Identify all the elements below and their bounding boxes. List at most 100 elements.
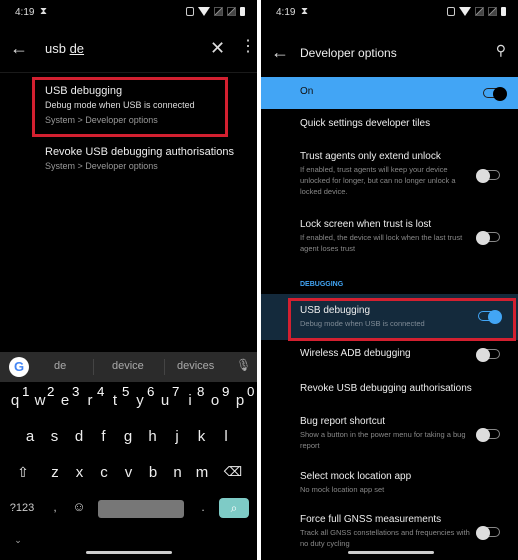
key-row-2: asdfghjkl [0, 428, 257, 458]
vibrate-icon [186, 7, 194, 16]
microphone-icon[interactable]: 🎙 [236, 358, 251, 372]
status-bar: 4:19 ⧗ [0, 0, 257, 24]
key-z[interactable]: z [44, 464, 66, 481]
suggestion[interactable]: de [54, 360, 66, 372]
toggle-knob [493, 87, 507, 101]
suggestion-divider [164, 359, 165, 375]
pref-description: If enabled, the device will lock when th… [300, 233, 463, 253]
status-bar: 4:19 ⧗ [261, 0, 518, 24]
force-gnss-toggle[interactable] [476, 526, 500, 540]
key-m[interactable]: m [191, 464, 213, 481]
key-d[interactable]: d [68, 428, 90, 445]
pref-usb-debugging[interactable]: USB debugging Debug mode when USB is con… [300, 305, 475, 329]
pref-title: Select mock location app [300, 471, 412, 482]
key-g[interactable]: g [117, 428, 139, 445]
pref-wireless-adb[interactable]: Wireless ADB debugging [300, 348, 475, 359]
search-icon[interactable]: ⚲ [496, 42, 506, 59]
spacebar[interactable] [98, 500, 184, 518]
pref-quick-settings-tiles[interactable]: Quick settings developer tiles [300, 118, 475, 129]
developer-options-master-switch[interactable]: On [261, 77, 518, 109]
signal-icon [227, 7, 236, 16]
pref-force-gnss[interactable]: Force full GNSS measurements Track all G… [300, 514, 475, 549]
back-arrow-icon[interactable]: ← [10, 38, 28, 59]
suggestion[interactable]: device [112, 360, 144, 372]
nav-gesture-handle[interactable] [348, 551, 434, 554]
emoji-key[interactable]: ☺ [68, 499, 90, 514]
key-f[interactable]: f [93, 428, 115, 445]
usb-debugging-toggle[interactable] [478, 310, 502, 324]
page-title: Developer options [300, 46, 397, 60]
key-h[interactable]: h [142, 428, 164, 445]
pref-title: Wireless ADB debugging [300, 348, 411, 359]
result-subtitle: Debug mode when USB is connected [45, 100, 195, 110]
pref-description: If enabled, trust agents will keep your … [300, 165, 456, 196]
search-result-revoke[interactable]: Revoke USB debugging authorisations Syst… [45, 146, 234, 171]
key-b[interactable]: b [142, 464, 164, 481]
pref-lock-screen-trust-lost[interactable]: Lock screen when trust is lost If enable… [300, 219, 475, 254]
developer-options-screen: 4:19 ⧗ ← Developer options ⚲ On Quick se… [261, 0, 518, 560]
toggle-knob [488, 310, 502, 324]
key-row-3: ⇧ ⌫ zxcvbnm [0, 464, 257, 494]
master-toggle[interactable] [483, 87, 507, 101]
symbols-key[interactable]: ?123 [6, 502, 38, 514]
signal-icon [475, 7, 484, 16]
status-time: 4:19 [276, 7, 296, 18]
key-j[interactable]: j [166, 428, 188, 445]
suggestion-divider [93, 359, 94, 375]
pref-description: Show a button in the power menu for taki… [300, 430, 466, 450]
pref-title: USB debugging [300, 305, 371, 316]
toggle-knob [476, 169, 490, 183]
key-k[interactable]: k [191, 428, 213, 445]
pref-description: No mock location app set [300, 485, 385, 494]
lock-screen-toggle[interactable] [476, 231, 500, 245]
key-x[interactable]: x [69, 464, 91, 481]
back-arrow-icon[interactable]: ← [271, 42, 289, 63]
nav-gesture-handle[interactable] [86, 551, 172, 554]
key-row-1: q1w2e3r4t5y6u7i8o9p0 [0, 384, 257, 422]
comma-key[interactable]: , [44, 500, 66, 514]
pref-title: Bug report shortcut [300, 416, 386, 427]
key-v[interactable]: v [118, 464, 140, 481]
clear-icon[interactable]: ✕ [210, 38, 225, 59]
search-input[interactable]: usb de [45, 41, 84, 56]
toggle-knob [476, 428, 490, 442]
backspace-key[interactable]: ⌫ [222, 464, 244, 480]
more-options-icon[interactable]: ⋮ [240, 39, 256, 55]
period-key[interactable]: . [192, 500, 214, 514]
pref-title: Force full GNSS measurements [300, 514, 442, 525]
search-query: usb [45, 41, 70, 56]
bug-report-toggle[interactable] [476, 428, 500, 442]
battery-icon [240, 7, 245, 16]
wireless-adb-toggle[interactable] [476, 348, 500, 362]
search-key[interactable]: ⌕ [219, 498, 249, 518]
search-bar: ← usb de ✕ ⋮ [0, 30, 257, 70]
pref-title: Trust agents only extend unlock [300, 151, 441, 162]
pref-description: Track all GNSS constellations and freque… [300, 528, 470, 548]
key-a[interactable]: a [19, 428, 41, 445]
key-hint: 0 [247, 384, 255, 399]
pref-bug-report-shortcut[interactable]: Bug report shortcut Show a button in the… [300, 416, 475, 451]
vibrate-icon [447, 7, 455, 16]
wifi-icon [459, 7, 471, 16]
pref-mock-location-app[interactable]: Select mock location app No mock locatio… [300, 471, 475, 495]
key-n[interactable]: n [167, 464, 189, 481]
suggestion[interactable]: devices [177, 360, 214, 372]
signal-icon [214, 7, 223, 16]
trust-agents-toggle[interactable] [476, 169, 500, 183]
battery-icon [501, 7, 506, 16]
key-s[interactable]: s [44, 428, 66, 445]
shift-key[interactable]: ⇧ [12, 464, 34, 481]
key-c[interactable]: c [93, 464, 115, 481]
signal-icon [488, 7, 497, 16]
pref-trust-agents-extend-unlock[interactable]: Trust agents only extend unlock If enabl… [300, 151, 475, 197]
pref-revoke-usb-auth[interactable]: Revoke USB debugging authorisations [300, 383, 475, 394]
hide-keyboard-chevron-icon[interactable]: ⌄ [7, 535, 29, 546]
search-result-usb-debugging[interactable]: USB debugging Debug mode when USB is con… [45, 85, 195, 125]
google-icon[interactable]: G [9, 357, 29, 377]
pref-title: Quick settings developer tiles [300, 118, 431, 129]
pref-title: Revoke USB debugging authorisations [300, 383, 472, 394]
divider [0, 72, 257, 73]
hourglass-icon: ⧗ [40, 6, 48, 17]
key-l[interactable]: l [215, 428, 237, 445]
result-path: System > Developer options [45, 115, 158, 125]
